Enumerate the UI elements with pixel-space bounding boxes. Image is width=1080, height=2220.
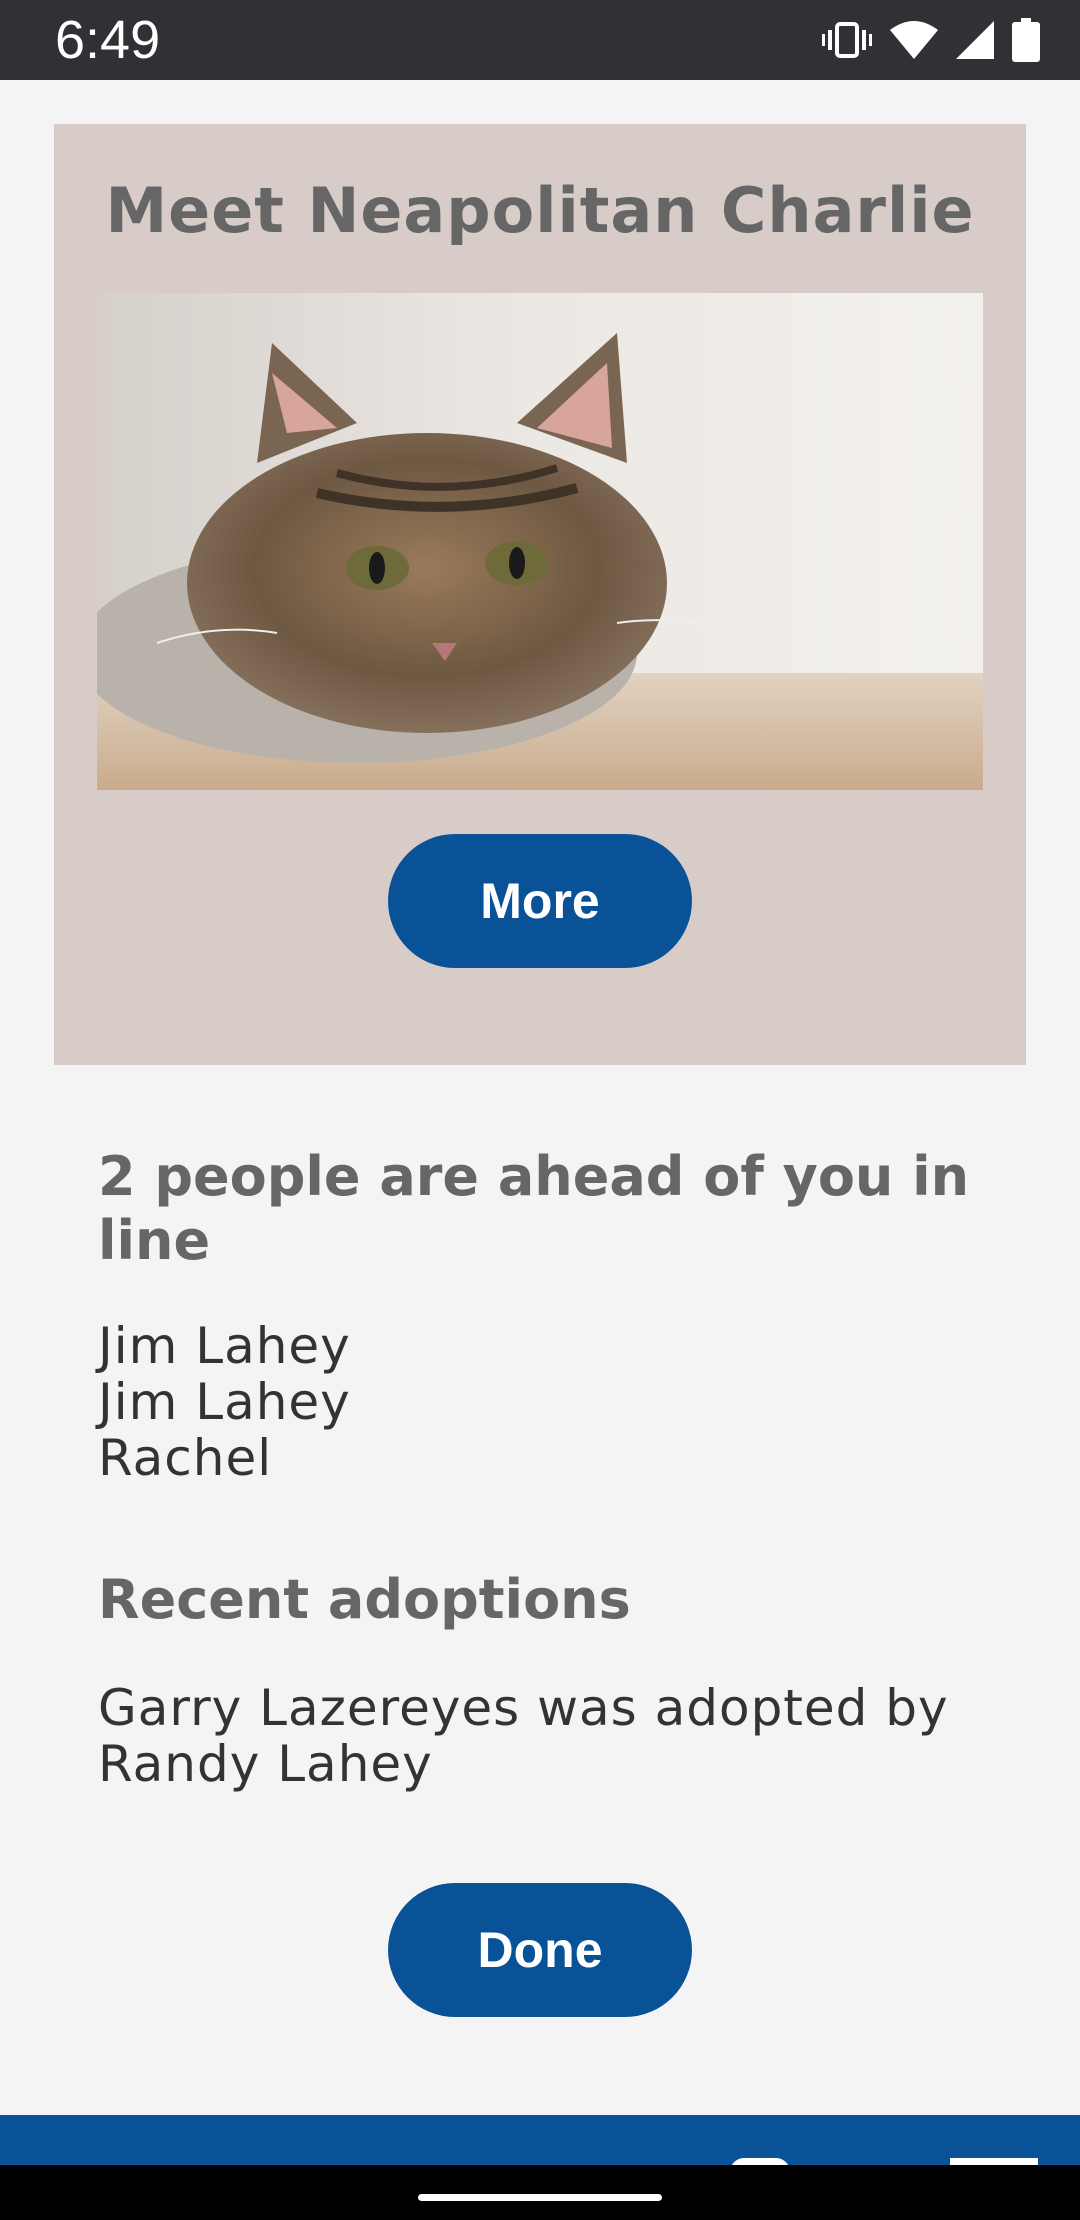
- recent-adoptions-heading: Recent adoptions: [98, 1568, 631, 1631]
- pet-card: Meet Neapolitan Charlie More: [54, 124, 1026, 1065]
- list-item: Jim Lahey: [98, 1373, 351, 1431]
- vibrate-icon: [822, 22, 872, 58]
- list-item: Rachel: [98, 1429, 273, 1487]
- cat-photo: [97, 293, 983, 790]
- status-bar: 6:49: [0, 0, 1080, 80]
- status-time: 6:49: [55, 10, 161, 70]
- list-item: Jim Lahey: [98, 1317, 351, 1375]
- queue-heading: 2 people are ahead of you in line: [98, 1145, 970, 1272]
- done-button[interactable]: Done: [388, 1883, 692, 2017]
- signal-icon: [956, 21, 994, 59]
- battery-icon: [1012, 18, 1040, 62]
- home-gesture-handle[interactable]: [418, 2194, 662, 2201]
- pet-name-title: Meet Neapolitan Charlie: [105, 174, 975, 247]
- status-icons: [822, 15, 1040, 65]
- wifi-icon: [890, 21, 938, 59]
- recent-adoption-text: Garry Lazereyes was adopted by Randy Lah…: [98, 1679, 949, 1793]
- bottom-app-bar: [0, 2115, 1080, 2165]
- more-button[interactable]: More: [388, 834, 692, 968]
- system-nav-bar: [0, 2165, 1080, 2220]
- queue-list: Jim Lahey Jim Lahey Rachel: [98, 1318, 998, 1486]
